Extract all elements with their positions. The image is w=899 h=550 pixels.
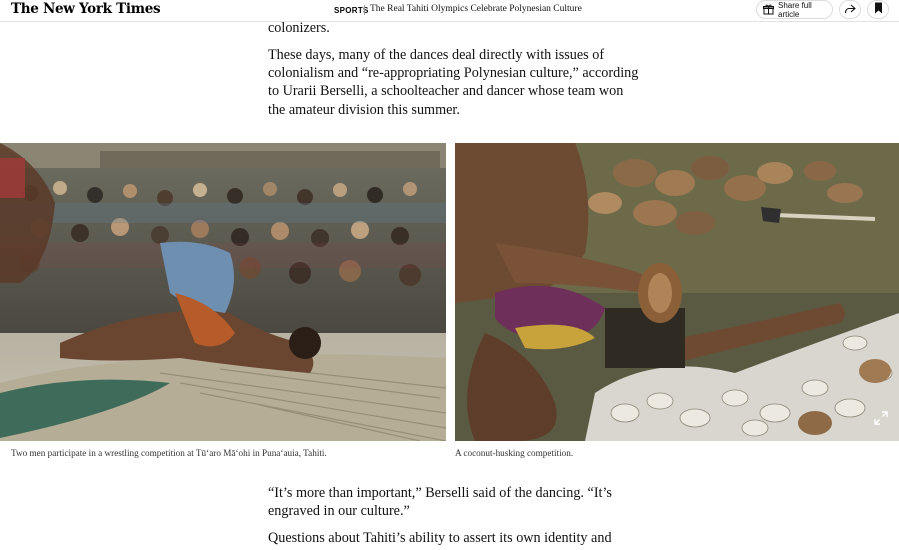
expand-photo-button[interactable] xyxy=(869,408,893,432)
share-button-label: Share full article xyxy=(778,0,812,19)
left-photo-caption: Two men participate in a wrestling compe… xyxy=(11,448,327,458)
share-button[interactable] xyxy=(839,0,861,19)
wrestling-photo[interactable] xyxy=(0,143,446,441)
coconut-husking-photo[interactable] xyxy=(455,143,899,441)
gift-icon xyxy=(763,4,774,15)
header-headline: The Real Tahiti Olympics Celebrate Polyn… xyxy=(370,4,582,14)
share-arrow-icon xyxy=(844,1,856,19)
article-paragraph-fragment: Questions about Tahiti’s ability to asse… xyxy=(268,530,612,546)
article-paragraph: “It’s more than important,” Berselli sai… xyxy=(268,485,612,520)
right-photo-caption: A coconut-husking competition. xyxy=(455,448,574,458)
article-paragraph: These days, many of the dances deal dire… xyxy=(268,47,639,118)
expand-icon xyxy=(874,410,888,430)
nyt-logo[interactable]: The New York Times xyxy=(11,1,161,17)
top-bar: The New York Times SPORTS The Real Tahit… xyxy=(0,0,899,22)
header-divider xyxy=(364,5,365,15)
bookmark-icon xyxy=(874,1,883,19)
save-article-button[interactable] xyxy=(867,0,889,19)
share-full-article-button[interactable]: Share full article xyxy=(756,0,833,19)
